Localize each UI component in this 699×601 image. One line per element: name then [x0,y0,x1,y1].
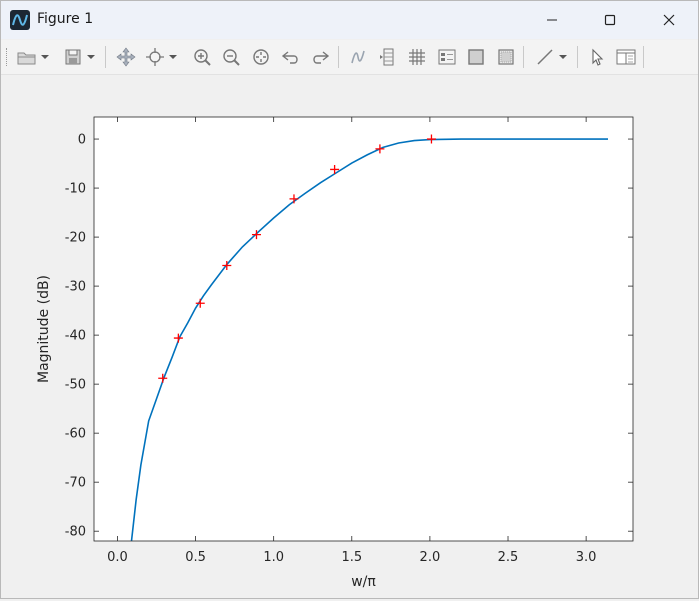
maximize-icon [604,14,616,26]
toolbar-grip[interactable] [6,48,9,66]
y-tick-label: -60 [65,427,86,442]
insert-colorbar-button[interactable] [376,45,400,69]
restore-view-icon [253,49,269,65]
y-tick-label: -30 [65,280,86,295]
hide-axes-icon [498,49,514,65]
y-tick-label: -10 [65,182,86,197]
minimize-icon [547,19,557,21]
property-inspector-button[interactable] [614,45,638,69]
redo-icon [313,51,330,64]
figure-canvas[interactable]: 0.0 0.5 1.0 1.5 2.0 2.5 3.0 0 -10 -20 -30 -40 -50 -60… [2,75,698,597]
x-tick-label: 2.0 [420,550,441,565]
undo-button[interactable] [279,45,303,69]
toolbar-separator [523,46,524,68]
brush-icon [351,50,365,64]
zoom-in-button[interactable] [190,45,214,69]
axes-background[interactable] [94,117,633,541]
y-tick-label: -20 [65,231,86,246]
colorbar-icon [380,48,394,66]
chevron-down-icon [87,55,95,59]
x-tick-label: 2.5 [498,550,519,565]
brush-button[interactable] [346,45,370,69]
grid-button[interactable] [405,45,429,69]
figure-window: Figure 1 0.0 0.5 1.0 1.5 2.0 2.5 3.0 0 -… [0,0,699,599]
toolbar-separator [105,46,106,68]
grid-icon [409,49,425,65]
x-tick-label: 3.0 [576,550,597,565]
chevron-down-icon [559,55,567,59]
edit-plot-button[interactable] [585,45,609,69]
folder-icon [17,52,36,65]
pan-button[interactable] [114,45,138,69]
x-tick-label: 0.5 [185,550,206,565]
save-button[interactable] [61,45,85,69]
undo-icon [281,51,298,64]
line-icon [537,49,553,65]
toolbar-separator [338,46,339,68]
data-tips-button[interactable] [143,45,167,69]
x-tick-label: 0.0 [107,550,128,565]
plot-svg[interactable]: 0.0 0.5 1.0 1.5 2.0 2.5 3.0 0 -10 -20 -30 -40 -50 -60… [2,75,698,597]
save-icon [65,49,81,65]
y-axis-label: Magnitude (dB) [36,275,52,383]
insert-line-button[interactable] [533,45,557,69]
box-button[interactable] [464,45,488,69]
restore-view-button[interactable] [249,45,273,69]
minimize-button[interactable] [529,1,575,39]
insert-line-dropdown[interactable] [557,45,569,69]
y-tick-label: -70 [65,476,86,491]
close-icon [663,14,675,26]
insert-legend-button[interactable] [435,45,459,69]
toolbar-separator [643,46,644,68]
y-tick-label: 0 [78,133,86,148]
chevron-down-icon [41,55,49,59]
open-file-dropdown[interactable] [39,45,51,69]
toolbar-separator [577,46,578,68]
zoom-out-button[interactable] [219,45,243,69]
title-bar[interactable]: Figure 1 [1,1,698,39]
figure-toolbar [1,40,698,75]
legend-icon [438,49,456,65]
data-tips-icon [146,48,164,66]
x-tick-label: 1.0 [263,550,284,565]
x-axis-label: w/π [351,574,376,590]
property-inspector-icon [616,49,636,65]
pointer-icon [592,48,604,66]
zoom-in-icon [194,49,211,66]
maximize-button[interactable] [587,1,633,39]
open-file-button[interactable] [15,45,39,69]
data-tips-dropdown[interactable] [167,45,179,69]
window-title: Figure 1 [37,11,94,27]
y-tick-label: -50 [65,378,86,393]
chevron-down-icon [169,55,177,59]
save-dropdown[interactable] [85,45,97,69]
close-button[interactable] [646,1,692,39]
x-tick-label: 1.5 [341,550,362,565]
y-tick-label: -80 [65,525,86,540]
pan-icon [116,47,136,67]
zoom-out-icon [223,49,240,66]
hide-axes-button[interactable] [494,45,518,69]
redo-button[interactable] [308,45,332,69]
y-tick-label: -40 [65,329,86,344]
box-icon [468,49,484,65]
matlab-app-icon [10,10,30,30]
